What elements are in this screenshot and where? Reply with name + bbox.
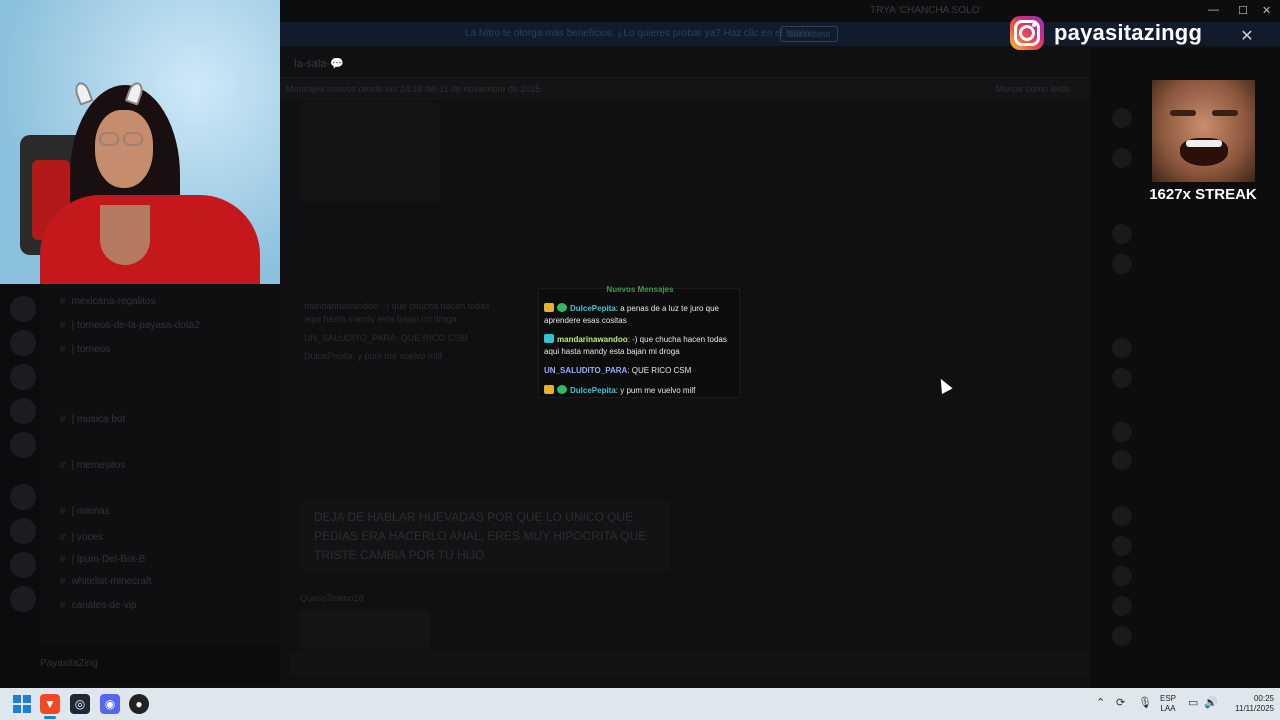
server-list	[0, 284, 40, 688]
windows-start-icon[interactable]	[12, 694, 32, 714]
avatar	[1112, 148, 1132, 168]
new-messages-bar[interactable]: Mensajes nuevos desde las 24:18 del 11 d…	[280, 80, 1090, 100]
instagram-icon	[1010, 16, 1044, 50]
channel-item[interactable]: # mexicana-regalitos	[60, 296, 156, 307]
channel-item[interactable]: # | torneos	[60, 344, 110, 355]
brave-icon[interactable]: ▼	[40, 694, 60, 714]
streak-label: 1627x STREAK	[1149, 186, 1257, 203]
quote-author: QuesoTeamo18	[300, 593, 364, 603]
clock-time: 00:25	[1253, 694, 1274, 703]
discord-icon[interactable]: ◉	[100, 694, 120, 714]
avatar	[1112, 108, 1132, 128]
close-icon[interactable]: ✕	[1238, 28, 1256, 46]
active-app-indicator	[44, 716, 56, 719]
crown-badge-icon	[544, 303, 554, 312]
new-messages-text: Mensajes nuevos desde las 24:18 del 11 d…	[286, 84, 541, 94]
channel-item[interactable]: # | lpum-Del-Bot-B	[60, 554, 145, 565]
chat-username: UN_SALUDITO_PARA	[544, 366, 628, 375]
chat-message: mandarinawandoo: -) que chucha hacen tod…	[544, 334, 738, 358]
window-title: TRYA 'CHANCHA SOLO'	[870, 5, 982, 16]
sub-badge-icon	[544, 334, 554, 343]
user-name: PayasitaZing	[40, 658, 98, 669]
network-icon[interactable]: ▭	[1188, 696, 1198, 709]
avatar	[1112, 626, 1132, 646]
avatar	[1112, 450, 1132, 470]
sync-icon[interactable]: ⟳	[1116, 696, 1125, 709]
avatar	[1112, 338, 1132, 358]
channel-item[interactable]: # | musica bot	[60, 414, 125, 425]
mark-read-link[interactable]: Marcar como leído	[995, 84, 1070, 94]
webcam-feed	[0, 0, 280, 284]
channel-item[interactable]: # canales-de-vip	[60, 600, 137, 611]
instagram-overlay: payasitazingg	[1010, 14, 1230, 52]
quoted-message: DEJA DE HABLAR HUEVADAS POR QUE LO UNICO…	[300, 500, 670, 572]
server-icon[interactable]	[10, 398, 36, 424]
message-attachment[interactable]	[300, 102, 440, 202]
channel-name: la-sala-💬	[294, 58, 344, 70]
avatar	[1112, 254, 1132, 274]
maximize-icon[interactable]: ☐	[1238, 4, 1248, 17]
crown-badge-icon	[544, 385, 554, 394]
language-indicator[interactable]: ESP LAA	[1160, 694, 1176, 714]
chat-text: : y pum me vuelvo milf	[615, 386, 696, 395]
message-input[interactable]	[290, 652, 1090, 676]
channel-item[interactable]: # | memesitos	[60, 460, 125, 471]
chat-username: DulcePepita	[570, 386, 616, 395]
channel-item[interactable]: # whitelist-minecraft	[60, 576, 152, 587]
server-icon[interactable]	[10, 330, 36, 356]
server-icon[interactable]	[10, 552, 36, 578]
instagram-handle: payasitazingg	[1054, 20, 1203, 45]
dim-message: DulcePepita: y pum me vuelvo milf	[304, 351, 443, 361]
channel-item[interactable]: # | torneos-de-la-payasa-dota2	[60, 320, 200, 331]
clock[interactable]: 00:25 11/11/2025	[1222, 694, 1274, 714]
server-icon[interactable]	[10, 364, 36, 390]
chat-message: DulcePepita: a penas de a luz te juro qu…	[544, 303, 738, 327]
channel-item[interactable]: # | mamas	[60, 506, 110, 517]
avatar	[1112, 224, 1132, 244]
avatar	[1112, 566, 1132, 586]
chat-username: DulcePepita	[570, 304, 616, 313]
message-attachment[interactable]	[300, 610, 430, 650]
channel-list: # mexicana-regalitos # | torneos-de-la-pay…	[40, 284, 280, 688]
verified-badge-icon	[557, 385, 567, 394]
channel-item[interactable]: # | voces	[60, 532, 103, 543]
chat-message: UN_SALUDITO_PARA: QUE RICO CSM	[544, 365, 738, 377]
steam-icon[interactable]: ◎	[70, 694, 90, 714]
server-icon[interactable]	[10, 518, 36, 544]
avatar	[1112, 506, 1132, 526]
user-panel: PayasitaZing	[0, 645, 280, 685]
streak-meme-image	[1152, 80, 1255, 182]
dim-message: mandarinawandoo: -) que chucha hacen tod…	[304, 301, 490, 324]
chat-message: DulcePepita: y pum me vuelvo milf	[544, 385, 738, 397]
clock-date: 11/11/2025	[1235, 704, 1274, 713]
server-icon[interactable]	[10, 484, 36, 510]
banner-button[interactable]: Suscríbete	[780, 26, 838, 42]
window-close-icon[interactable]: ✕	[1262, 4, 1271, 17]
avatar	[1112, 422, 1132, 442]
obs-icon[interactable]: ●	[129, 694, 149, 714]
avatar	[1112, 596, 1132, 616]
chat-text: : QUE RICO CSM	[627, 366, 692, 375]
verified-badge-icon	[557, 303, 567, 312]
avatar	[1112, 536, 1132, 556]
server-icon[interactable]	[10, 296, 36, 322]
banner-text: La Nitro te otorga más beneficios. ¿Lo q…	[465, 28, 814, 39]
dim-message: UN_SALUDITO_PARA: QUE RICO CSM	[304, 333, 468, 343]
stream-chat-overlay: Nuevos Mensajes DulcePepita: a penas de …	[538, 285, 740, 398]
server-icon[interactable]	[10, 432, 36, 458]
server-icon[interactable]	[10, 586, 36, 612]
chat-title: Nuevos Mensajes	[606, 285, 674, 294]
screen: TRYA 'CHANCHA SOLO' — ☐ ✕ La Nitro te ot…	[0, 0, 1280, 688]
microphone-icon[interactable]: 🎙	[1138, 696, 1152, 709]
chat-username: mandarinawandoo	[557, 335, 628, 344]
channel-header: la-sala-💬	[280, 48, 1090, 78]
quoted-text: DEJA DE HABLAR HUEVADAS POR QUE LO UNICO…	[314, 510, 647, 562]
avatar	[1112, 368, 1132, 388]
taskbar: ▼ ◎ ◉ ● ⌃ ⟳ 🎙 ▭ 🔊	[0, 688, 1280, 720]
volume-icon[interactable]: 🔊	[1204, 696, 1218, 709]
chevron-up-icon[interactable]: ⌃	[1096, 696, 1105, 709]
